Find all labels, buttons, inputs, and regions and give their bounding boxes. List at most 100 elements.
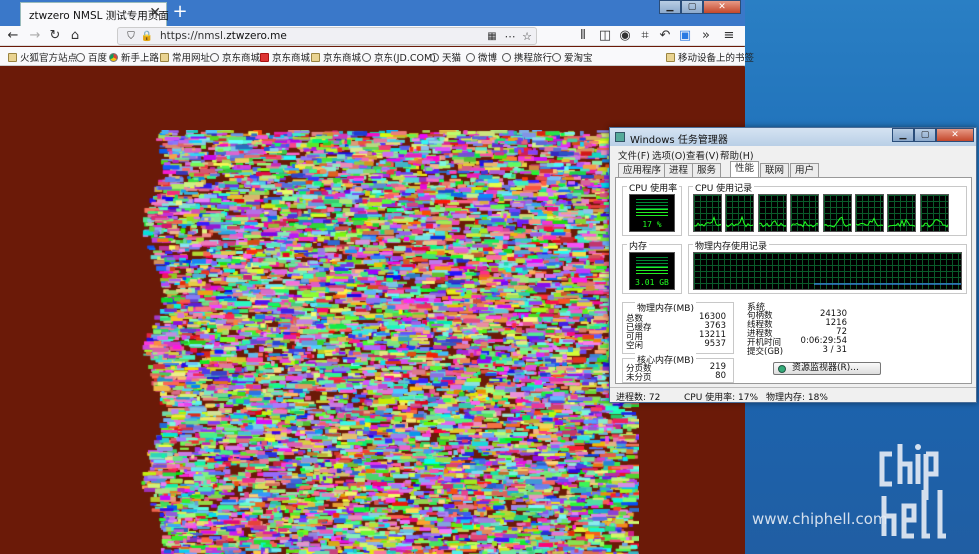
cpu-history-group: CPU 使用记录	[688, 181, 967, 236]
bookmark-item[interactable]: 携程旅行	[502, 50, 552, 64]
back-icon[interactable]: ←	[4, 27, 22, 45]
extension-icon[interactable]: ▣	[676, 27, 694, 45]
task-manager-menu-bar: 文件(F) 选项(O) 查看(V) 帮助(H)	[610, 147, 976, 162]
cpu-core-line	[888, 218, 916, 228]
stat-label: 空闲	[626, 341, 644, 351]
qr-code-icon[interactable]: ▦	[483, 28, 501, 46]
new-tab-button[interactable]: +	[170, 2, 190, 22]
bookmark-item[interactable]: 京东商城	[311, 50, 361, 64]
tab-title: ztwzero NMSL 测试专用页面	[29, 10, 169, 22]
bookmark-item[interactable]: 爱淘宝	[552, 50, 593, 64]
tab-processes[interactable]: 进程	[664, 163, 694, 177]
bookmark-star-icon[interactable]: ☆	[518, 28, 536, 46]
cpu-usage-meter: 17 %	[629, 194, 675, 232]
tab-applications[interactable]: 应用程序	[618, 163, 667, 177]
task-manager-window: Windows 任务管理器 ▁ ▢ ✕ 文件(F) 选项(O) 查看(V) 帮助…	[609, 127, 977, 403]
url-bar[interactable]: ⛉ 🔒 https://nmsl.ztwzero.me ▦ ⋯ ☆	[117, 27, 537, 45]
url-text: https://nmsl.ztwzero.me	[160, 30, 287, 42]
task-manager-window-controls: ▁ ▢ ✕	[892, 128, 974, 142]
status-processes: 进程数: 72	[616, 393, 661, 403]
memory-group: 内存 3.01 GB	[622, 239, 682, 294]
tab-services[interactable]: 服务	[692, 163, 722, 177]
stat-value: 3 / 31	[822, 345, 848, 355]
account-icon[interactable]: ◉	[616, 27, 634, 45]
mobile-device-icon	[666, 53, 675, 62]
close-window-button[interactable]: ✕	[703, 0, 741, 14]
lock-icon[interactable]: 🔒	[138, 28, 156, 46]
globe-icon	[430, 53, 439, 62]
folder-icon	[311, 53, 320, 62]
cpu-core-graph	[919, 194, 949, 232]
forward-icon[interactable]: →	[26, 27, 44, 45]
mobile-bookmarks[interactable]: 移动设备上的书签	[666, 50, 754, 64]
bookmark-item[interactable]: 京东商城	[210, 50, 260, 64]
firefox-logo-icon	[109, 53, 118, 62]
cpu-usage-label: CPU 使用率	[627, 181, 680, 194]
cpu-core-line	[726, 215, 754, 228]
bookmarks-toolbar: 火狐官方站点 百度 新手上路 常用网址 京东商城 京东商城 京东商城 京东(JD…	[0, 47, 754, 66]
minimize-button[interactable]: ▁	[892, 128, 914, 142]
menu-file[interactable]: 文件(F)	[618, 148, 650, 162]
jd-logo-icon	[260, 53, 269, 62]
memory-history-group: 物理内存使用记录	[688, 239, 967, 294]
cpu-core-graph	[757, 194, 787, 232]
stat-value: 80	[715, 371, 726, 381]
cpu-usage-value: 17 %	[642, 220, 662, 229]
stat-row: 未分页 80	[626, 371, 726, 383]
stat-row: 空闲 9537	[626, 339, 726, 351]
cpu-core-graph	[725, 194, 755, 232]
physical-memory-group: 物理内存(MB) 总数 16300 已缓存 3763 可用 13211 空闲 9537	[622, 301, 734, 354]
close-tab-icon[interactable]: ✕	[149, 5, 161, 21]
undo-icon[interactable]: ↶	[656, 27, 674, 45]
url-domain: ztwzero.me	[226, 30, 287, 42]
stat-row: 提交(GB) 3 / 31	[747, 345, 847, 357]
bookmark-item[interactable]: 常用网址	[160, 50, 210, 64]
globe-icon	[210, 53, 219, 62]
page-actions-icon[interactable]: ⋯	[501, 28, 519, 46]
overflow-menu-icon[interactable]: »	[697, 27, 715, 45]
window-controls: ▁ ▢ ✕	[659, 0, 741, 14]
tab-networking[interactable]: 联网	[760, 163, 790, 177]
globe-icon	[362, 53, 371, 62]
task-manager-title-bar[interactable]: Windows 任务管理器 ▁ ▢ ✕	[610, 128, 976, 146]
cpu-core-line	[823, 216, 851, 228]
bookmark-item[interactable]: 京东(JD.COM)	[362, 50, 436, 64]
hamburger-menu-icon[interactable]: ≡	[720, 27, 738, 45]
memory-value: 3.01 GB	[635, 278, 669, 287]
resource-monitor-button[interactable]: 资源监视器(R)...	[773, 362, 881, 375]
menu-options[interactable]: 选项(O)	[652, 148, 686, 162]
globe-icon	[552, 53, 561, 62]
tab-performance[interactable]: 性能	[730, 161, 760, 177]
bookmark-item[interactable]: 微博	[466, 50, 497, 64]
bookmark-item[interactable]: 新手上路	[109, 50, 159, 64]
bookmark-item[interactable]: 火狐官方站点	[8, 50, 77, 64]
url-prefix: https://nmsl.	[160, 30, 227, 42]
library-icon[interactable]: ⫴	[574, 27, 592, 45]
memory-history-graph	[693, 252, 962, 290]
cpu-core-graph	[855, 194, 884, 232]
bookmark-item[interactable]: 百度	[76, 50, 107, 64]
bookmark-item[interactable]: 天猫	[430, 50, 461, 64]
sidebar-icon[interactable]: ◫	[596, 27, 614, 45]
cpu-core-line	[758, 220, 786, 228]
resource-monitor-label: 资源监视器(R)...	[792, 363, 859, 373]
stat-label: 未分页	[626, 373, 652, 383]
cpu-core-graph	[822, 194, 852, 232]
menu-view[interactable]: 查看(V)	[686, 148, 719, 162]
browser-tab[interactable]: ztwzero NMSL 测试专用页面 ✕	[20, 2, 169, 26]
cpu-core-graph	[693, 194, 722, 232]
tab-users[interactable]: 用户	[790, 163, 820, 177]
stat-label: 提交(GB)	[747, 347, 784, 357]
reload-icon[interactable]: ↻	[46, 27, 64, 45]
menu-help[interactable]: 帮助(H)	[720, 148, 754, 162]
home-icon[interactable]: ⌂	[66, 27, 84, 45]
crop-screenshot-icon[interactable]: ⌗	[636, 27, 654, 45]
bookmark-item[interactable]: 京东商城	[260, 50, 310, 64]
close-window-button[interactable]: ✕	[936, 128, 974, 142]
maximize-button[interactable]: ▢	[914, 128, 936, 142]
maximize-button[interactable]: ▢	[681, 0, 703, 14]
cpu-core-graph	[790, 194, 820, 232]
resource-monitor-icon	[778, 365, 786, 373]
globe-icon	[502, 53, 511, 62]
minimize-button[interactable]: ▁	[659, 0, 681, 14]
